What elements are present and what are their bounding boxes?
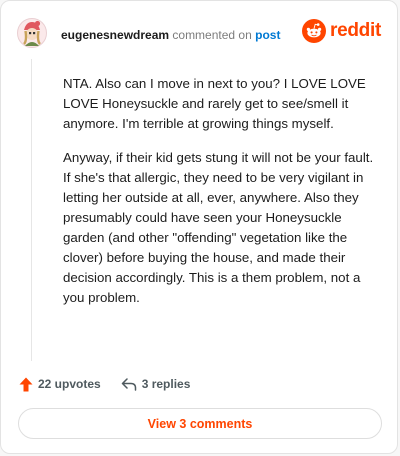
upvote-count: 22 upvotes [38, 377, 101, 391]
comment-header: eugenesnewdream commented on post reddit [17, 16, 381, 52]
comment-paragraph-2: Anyway, if their kid gets stung it will … [63, 150, 374, 305]
reply-button[interactable]: 3 replies [121, 377, 191, 391]
username-link[interactable]: eugenesnewdream [61, 28, 169, 42]
reddit-snoo-icon [302, 19, 327, 43]
post-link[interactable]: post [255, 28, 280, 42]
reddit-wordmark: reddit [330, 20, 381, 41]
user-avatar[interactable] [17, 18, 47, 48]
commented-on-text: commented on [172, 28, 252, 42]
comment-body: NTA. Also can I move in next to you? I L… [63, 74, 383, 322]
comment-embed-card: eugenesnewdream commented on post reddit… [0, 0, 398, 454]
avatar-icon [17, 18, 47, 48]
comment-meta: eugenesnewdream commented on post [61, 28, 280, 42]
view-comments-label: View 3 comments [147, 416, 253, 431]
upvote-arrow-icon [19, 377, 33, 391]
reply-count: 3 replies [141, 377, 191, 391]
comment-actions: 22 upvotes 3 replies [19, 375, 190, 393]
thread-line [31, 59, 32, 361]
upvote-button[interactable]: 22 upvotes [19, 377, 101, 392]
reddit-logo[interactable]: reddit [302, 19, 381, 43]
view-comments-button[interactable]: View 3 comments [18, 408, 382, 439]
comment-paragraph-1: NTA. Also can I move in next to you? I L… [63, 76, 366, 131]
reply-arrow-icon [121, 378, 136, 391]
